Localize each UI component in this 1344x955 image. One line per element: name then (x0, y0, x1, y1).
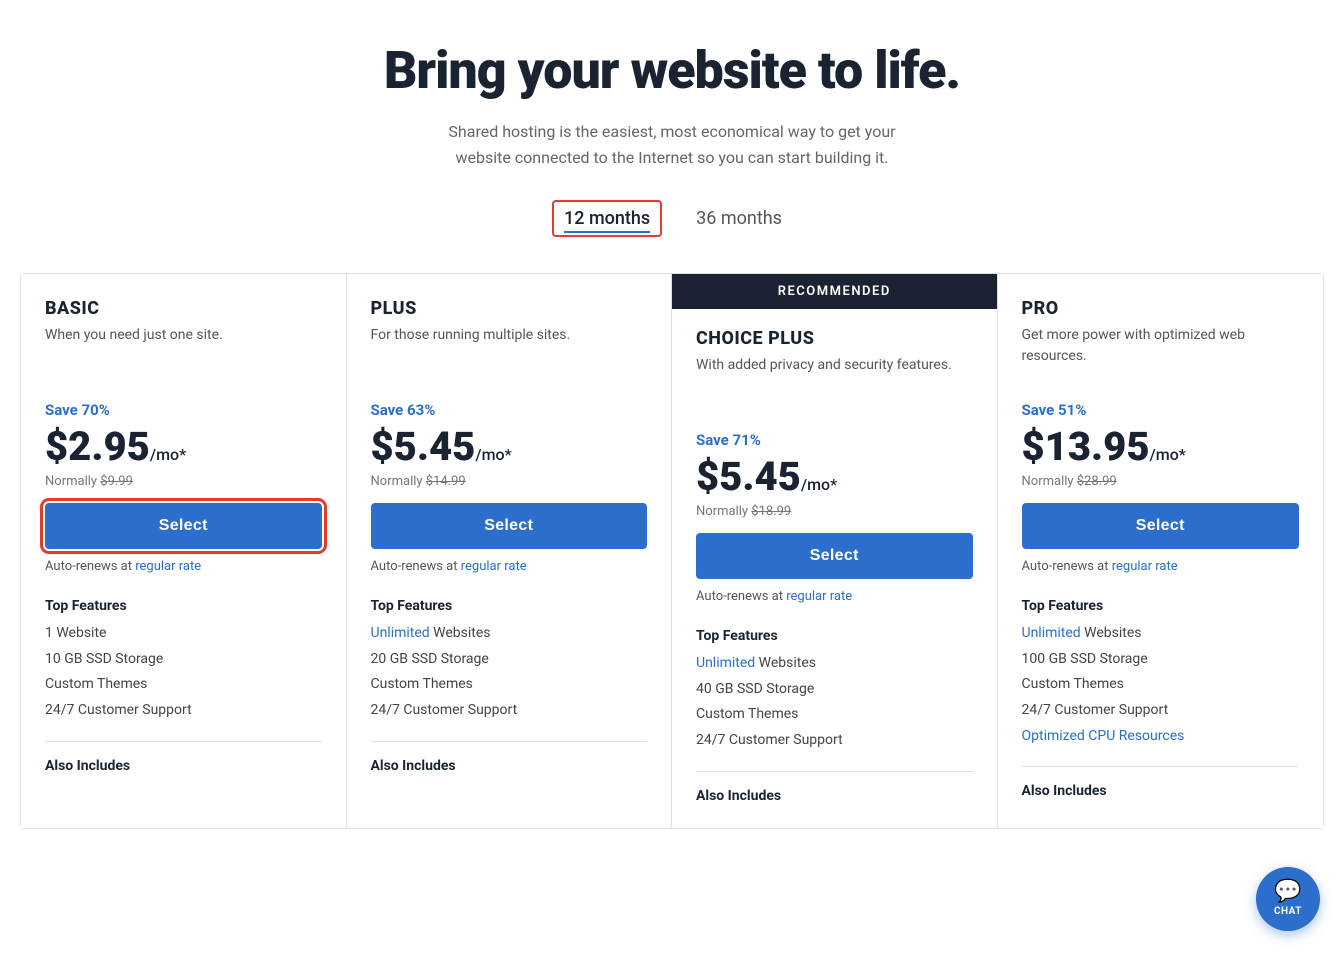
plan-basic-feature-3: Custom Themes (45, 675, 322, 695)
plans-container: BASIC When you need just one site. Save … (20, 273, 1324, 828)
plan-pro-also-includes: Also Includes (1022, 766, 1300, 799)
plan-plus-autorenew: Auto-renews at regular rate (371, 559, 648, 574)
plan-pro-feature-5: Optimized CPU Resources (1022, 727, 1300, 747)
plan-basic-also-includes: Also Includes (45, 741, 322, 774)
plan-choice-plus-price-row: $5.45 /mo* (696, 453, 973, 500)
plan-basic-feature-2: 10 GB SSD Storage (45, 650, 322, 670)
plan-pro-unlimited-link[interactable]: Unlimited (1022, 625, 1081, 641)
chat-label: CHAT (1274, 906, 1302, 917)
chat-widget[interactable]: 💬 CHAT (1256, 867, 1320, 931)
plan-choice-plus-also-includes: Also Includes (696, 771, 973, 804)
plan-pro-regular-rate-link[interactable]: regular rate (1112, 559, 1178, 574)
plan-plus-regular-rate-link[interactable]: regular rate (461, 559, 527, 574)
plan-pro-normal: Normally $28.99 (1022, 474, 1300, 489)
billing-36months[interactable]: 36 months (686, 202, 792, 235)
plan-basic: BASIC When you need just one site. Save … (21, 274, 347, 827)
plan-choice-plus-feature-4: 24/7 Customer Support (696, 731, 973, 751)
plan-pro-desc: Get more power with optimized web resour… (1022, 325, 1300, 381)
plan-pro-cpu-resources-link[interactable]: Optimized CPU Resources (1022, 728, 1185, 744)
plan-plus-features-title: Top Features (371, 598, 648, 614)
plan-pro-price-row: $13.95 /mo* (1022, 423, 1300, 470)
plan-plus-per: /mo* (475, 445, 511, 464)
plan-plus-select-button[interactable]: Select (371, 503, 648, 549)
page-title: Bring your website to life. (20, 40, 1324, 101)
plan-basic-price: $2.95 (45, 423, 150, 470)
plan-plus: PLUS For those running multiple sites. S… (347, 274, 673, 827)
plan-choice-plus-feature-2: 40 GB SSD Storage (696, 680, 973, 700)
plan-basic-desc: When you need just one site. (45, 325, 322, 381)
plan-basic-price-row: $2.95 /mo* (45, 423, 322, 470)
plan-choice-plus: RECOMMENDED CHOICE PLUS With added priva… (672, 274, 998, 827)
plan-plus-name: PLUS (371, 298, 648, 319)
plan-pro-price: $13.95 (1022, 423, 1150, 470)
plan-pro-select-button[interactable]: Select (1022, 503, 1300, 549)
page-wrapper: Bring your website to life. Shared hosti… (0, 0, 1344, 955)
plan-basic-select-button[interactable]: Select (45, 503, 322, 549)
plan-plus-feature-2: 20 GB SSD Storage (371, 650, 648, 670)
plan-pro-feature-1: Unlimited Websites (1022, 624, 1300, 644)
plan-pro-feature-3: Custom Themes (1022, 675, 1300, 695)
hero-subtitle: Shared hosting is the easiest, most econ… (20, 119, 1324, 170)
plan-choice-plus-feature-3: Custom Themes (696, 705, 973, 725)
billing-toggle: 12 months 36 months (20, 200, 1324, 237)
plan-plus-save: Save 63% (371, 401, 648, 419)
plan-choice-plus-autorenew: Auto-renews at regular rate (696, 589, 973, 604)
plan-basic-name: BASIC (45, 298, 322, 319)
plan-pro-name: PRO (1022, 298, 1300, 319)
plan-plus-unlimited-link[interactable]: Unlimited (371, 625, 430, 641)
plan-choice-plus-regular-rate-link[interactable]: regular rate (786, 589, 852, 604)
plan-choice-plus-per: /mo* (801, 475, 837, 494)
plan-basic-feature-1: 1 Website (45, 624, 322, 644)
plan-choice-plus-normal: Normally $18.99 (696, 504, 973, 519)
plan-basic-regular-rate-link[interactable]: regular rate (135, 559, 201, 574)
plan-pro-per: /mo* (1150, 445, 1186, 464)
plan-choice-plus-feature-1: Unlimited Websites (696, 654, 973, 674)
plan-pro: PRO Get more power with optimized web re… (998, 274, 1324, 827)
recommended-banner: RECOMMENDED (672, 274, 997, 309)
plan-pro-autorenew: Auto-renews at regular rate (1022, 559, 1300, 574)
plan-pro-save: Save 51% (1022, 401, 1300, 419)
plan-choice-plus-name: CHOICE PLUS (696, 328, 973, 349)
plan-plus-normal: Normally $14.99 (371, 474, 648, 489)
plan-pro-features-title: Top Features (1022, 598, 1300, 614)
plan-basic-save: Save 70% (45, 401, 322, 419)
plan-choice-plus-price: $5.45 (696, 453, 801, 500)
plan-plus-feature-1: Unlimited Websites (371, 624, 648, 644)
plan-plus-desc: For those running multiple sites. (371, 325, 648, 381)
plan-plus-feature-3: Custom Themes (371, 675, 648, 695)
plan-plus-feature-4: 24/7 Customer Support (371, 701, 648, 721)
plan-basic-feature-4: 24/7 Customer Support (45, 701, 322, 721)
plan-pro-feature-2: 100 GB SSD Storage (1022, 650, 1300, 670)
plan-basic-features-title: Top Features (45, 598, 322, 614)
plan-choice-plus-unlimited-link[interactable]: Unlimited (696, 655, 755, 671)
plan-pro-feature-4: 24/7 Customer Support (1022, 701, 1300, 721)
plan-basic-normal: Normally $9.99 (45, 474, 322, 489)
plan-choice-plus-features-title: Top Features (696, 628, 973, 644)
plan-basic-per: /mo* (150, 445, 186, 464)
billing-12months[interactable]: 12 months (552, 200, 662, 237)
plan-choice-plus-select-button[interactable]: Select (696, 533, 973, 579)
plan-plus-price-row: $5.45 /mo* (371, 423, 648, 470)
chat-icon: 💬 (1274, 881, 1302, 903)
plan-basic-autorenew: Auto-renews at regular rate (45, 559, 322, 574)
plan-choice-plus-desc: With added privacy and security features… (696, 355, 973, 411)
plan-plus-price: $5.45 (371, 423, 476, 470)
plan-choice-plus-save: Save 71% (696, 431, 973, 449)
plan-plus-also-includes: Also Includes (371, 741, 648, 774)
